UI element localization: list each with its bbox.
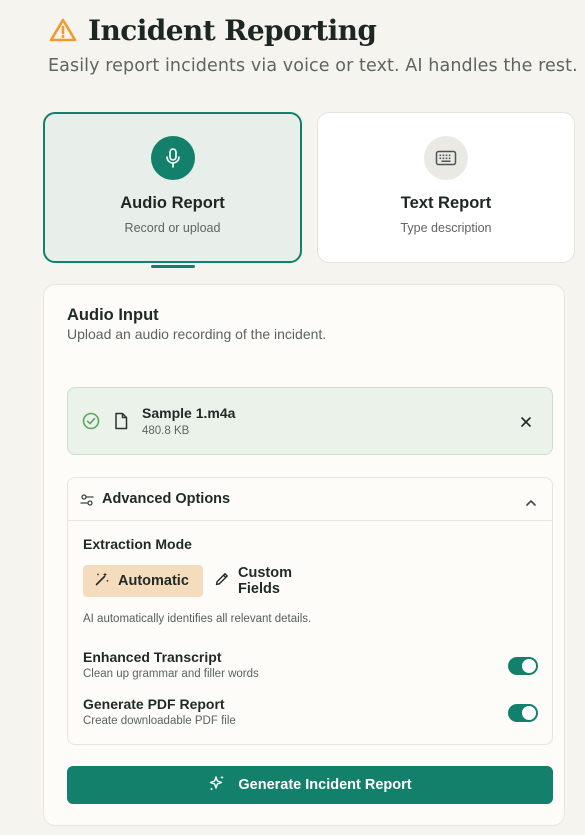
panel-subtitle: Upload an audio recording of the inciden… xyxy=(67,326,327,342)
uploaded-file: Sample 1.m4a 480.8 KB xyxy=(67,387,553,455)
page-subtitle: Easily report incidents via voice or tex… xyxy=(48,56,578,76)
check-circle-icon xyxy=(82,412,100,434)
extraction-mode-note: AI automatically identifies all relevant… xyxy=(83,613,312,625)
advanced-options-toggle[interactable]: Advanced Options xyxy=(68,478,552,521)
enhanced-transcript-desc: Clean up grammar and filler words xyxy=(83,668,259,680)
panel-title: Audio Input xyxy=(67,306,159,324)
file-icon xyxy=(113,412,129,434)
generate-report-label: Generate Incident Report xyxy=(238,777,412,793)
close-icon[interactable] xyxy=(516,412,536,432)
custom-fields-option-label: Custom Fields xyxy=(238,565,292,597)
audio-report-label: Audio Report xyxy=(120,194,225,212)
generate-pdf-desc: Create downloadable PDF file xyxy=(83,715,236,727)
toggle-knob xyxy=(522,706,536,720)
automatic-option-label: Automatic xyxy=(118,573,189,589)
warning-triangle-icon xyxy=(48,15,78,45)
advanced-options-section: Advanced Options Extraction Mode Automat… xyxy=(67,477,553,745)
file-name: Sample 1.m4a xyxy=(142,405,236,421)
audio-input-panel: Audio Input Upload an audio recording of… xyxy=(43,284,565,826)
microphone-icon xyxy=(150,136,195,180)
enhanced-transcript-toggle[interactable] xyxy=(508,657,538,675)
audio-report-desc: Record or upload xyxy=(124,221,221,235)
text-report-card[interactable]: Text Report Type description xyxy=(317,112,575,263)
toggle-knob xyxy=(522,659,536,673)
sliders-icon xyxy=(80,492,94,511)
pencil-icon xyxy=(214,571,238,591)
text-report-label: Text Report xyxy=(400,194,492,212)
extraction-mode-label: Extraction Mode xyxy=(83,536,192,552)
custom-fields-option-button[interactable]: Custom Fields xyxy=(203,565,343,597)
audio-report-card[interactable]: Audio Report Record or upload xyxy=(43,112,302,263)
text-report-desc: Type description xyxy=(400,221,492,235)
file-size: 480.8 KB xyxy=(142,425,190,437)
keyboard-icon xyxy=(424,136,468,180)
sparkles-icon xyxy=(208,774,226,796)
chevron-up-icon xyxy=(525,493,537,512)
generate-pdf-title: Generate PDF Report xyxy=(83,696,225,712)
generate-report-button[interactable]: Generate Incident Report xyxy=(67,766,553,804)
active-tab-indicator xyxy=(151,265,195,268)
magic-wand-icon xyxy=(94,571,118,591)
page-title: Incident Reporting xyxy=(88,13,377,47)
page-header: Incident Reporting Easily report inciden… xyxy=(48,10,585,77)
automatic-option-button[interactable]: Automatic xyxy=(83,565,203,597)
advanced-options-title: Advanced Options xyxy=(102,491,231,507)
generate-pdf-toggle[interactable] xyxy=(508,704,538,722)
enhanced-transcript-title: Enhanced Transcript xyxy=(83,649,222,665)
